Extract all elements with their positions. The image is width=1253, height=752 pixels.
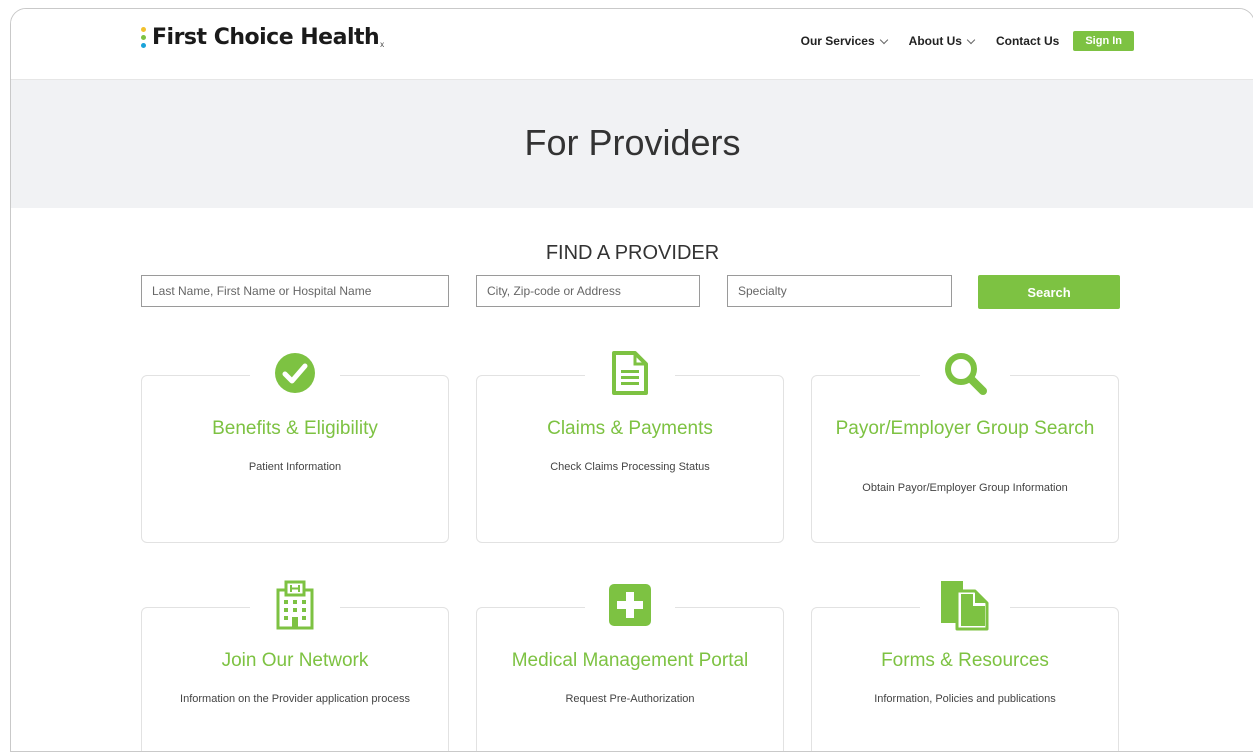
check-circle-icon (250, 348, 340, 398)
card-title: Join Our Network (221, 650, 369, 671)
nav-contact-us[interactable]: Contact Us (996, 34, 1059, 48)
logo-trademark: x (380, 40, 385, 49)
find-provider-heading: FIND A PROVIDER (545, 242, 720, 264)
logo-text: First Choice Health (152, 25, 380, 50)
nav-about-us-label: About Us (908, 34, 962, 48)
card-subtitle: Patient Information (248, 461, 342, 473)
card-subtitle: Request Pre-Authorization (565, 693, 695, 705)
search-button[interactable]: Search (978, 275, 1120, 309)
card-title: Benefits & Eligibility (212, 418, 378, 439)
chevron-down-icon (879, 35, 888, 44)
hero-banner: For Providers (11, 80, 1253, 208)
card-subtitle: Information on the Provider application … (180, 693, 410, 705)
logo-dots-icon (141, 27, 146, 48)
specialty-input[interactable]: Specialty (727, 275, 952, 307)
card-title: Forms & Resources (881, 650, 1049, 671)
medical-cross-icon (585, 580, 675, 630)
card-title: Claims & Payments (547, 418, 713, 439)
page-title: For Providers (524, 122, 741, 163)
top-navigation-bar: First Choice Health x Our Services About… (11, 9, 1253, 80)
browser-frame: First Choice Health x Our Services About… (10, 8, 1253, 752)
files-icon (920, 580, 1010, 631)
nav-contact-us-label: Contact Us (995, 34, 1060, 48)
sign-in-button[interactable]: Sign In (1073, 31, 1134, 51)
location-input[interactable]: City, Zip-code or Address (476, 275, 700, 307)
card-forms-resources[interactable]: Forms & Resources Information, Policies … (811, 580, 1119, 751)
card-subtitle: Obtain Payor/Employer Group Information (862, 482, 1068, 494)
nav-our-services[interactable]: Our Services (800, 34, 888, 48)
chevron-down-icon (966, 35, 976, 44)
card-medical-management[interactable]: Medical Management Portal Request Pre-Au… (476, 580, 784, 751)
card-title: Payor/Employer Group Search (835, 418, 1095, 439)
card-subtitle: Check Claims Processing Status (550, 461, 710, 473)
provider-search-form: Last Name, First Name or Hospital Name C… (141, 275, 1121, 311)
card-claims-payments[interactable]: Claims & Payments Check Claims Processin… (476, 348, 784, 543)
card-payor-search[interactable]: Payor/Employer Group Search Obtain Payor… (811, 348, 1119, 543)
card-benefits-eligibility[interactable]: Benefits & Eligibility Patient Informati… (141, 348, 449, 543)
nav-our-services-label: Our Services (800, 34, 875, 48)
card-title: Medical Management Portal (511, 650, 749, 671)
card-subtitle: Information, Policies and publications (874, 693, 1056, 705)
card-join-network[interactable]: Join Our Network Information on the Prov… (141, 580, 449, 751)
document-icon (585, 348, 675, 398)
provider-name-input[interactable]: Last Name, First Name or Hospital Name (141, 275, 449, 307)
search-icon (920, 348, 1010, 398)
hospital-icon (250, 580, 340, 630)
main-nav: Our Services About Us Contact Us Sign In (801, 31, 1134, 51)
nav-about-us[interactable]: About Us (908, 34, 976, 48)
site-logo[interactable]: First Choice Health x (141, 25, 384, 50)
